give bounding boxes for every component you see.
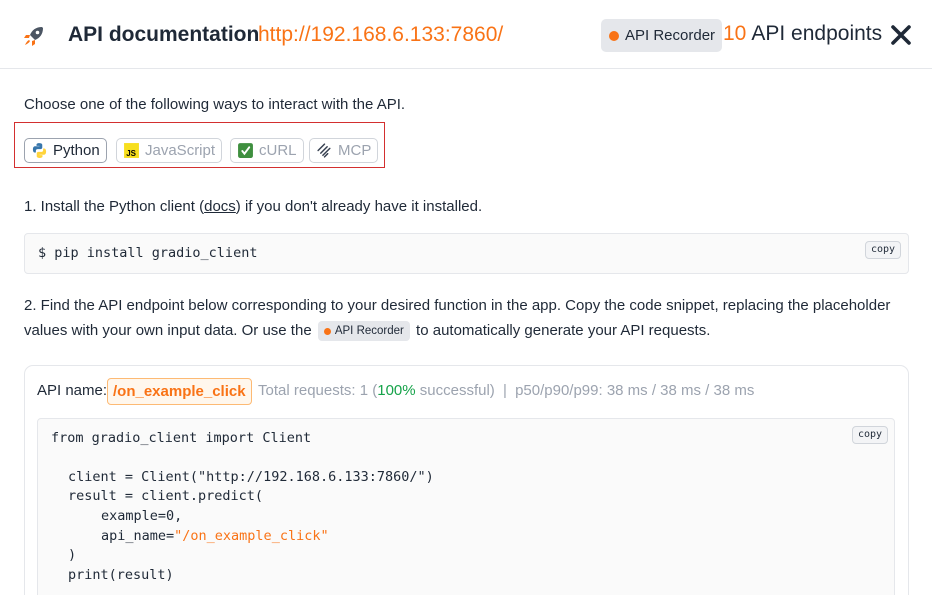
latency-stats: p50/p90/p99: 38 ms / 38 ms / 38 ms: [515, 382, 755, 399]
code-line: api_name="/on_example_click": [101, 528, 329, 544]
install-command: $ pip install gradio_client: [38, 245, 258, 261]
endpoint-stats: Total requests: 1 (100% successful) | p5…: [258, 382, 754, 399]
endpoint-count-number: 10: [723, 22, 747, 45]
server-url: http://192.168.6.133:7860/: [258, 23, 504, 46]
install-code-block: $ pip install gradio_client copy: [24, 233, 909, 274]
api-name-badge: /on_example_click: [107, 378, 252, 405]
code-line: from gradio_client import Client: [51, 430, 312, 446]
page-title: API documentation: [68, 23, 260, 46]
install-instructions-prefix: 1. Install the Python client (: [24, 198, 205, 215]
tab-curl[interactable]: cURL: [230, 138, 304, 163]
install-instructions-suffix: ) if you don't already have it installed…: [235, 198, 483, 215]
endpoint-count-label: API endpoints: [751, 22, 883, 45]
request-count: Total requests: 1 (: [258, 382, 378, 399]
tab-python-label: Python: [53, 142, 100, 159]
endpoint-code-block: copy from gradio_client import Client cl…: [37, 418, 895, 595]
tab-javascript[interactable]: JS JavaScript: [116, 138, 223, 163]
api-name-label: API name:: [37, 382, 108, 399]
code-string: "/on_example_click": [174, 528, 329, 544]
code-line: client = Client("http://192.168.6.133:78…: [68, 469, 434, 485]
intro-text: Choose one of the following ways to inte…: [24, 96, 406, 113]
close-icon[interactable]: [889, 23, 913, 47]
success-label: successful): [415, 382, 495, 399]
rocket-icon: [24, 27, 43, 46]
python-icon: [32, 143, 47, 158]
tab-python[interactable]: Python: [24, 138, 107, 163]
code-line: result = client.predict(: [68, 488, 264, 504]
code-line: ): [68, 547, 77, 563]
code-keyword: api_name=: [101, 528, 175, 544]
record-dot-icon: [323, 327, 331, 335]
curl-icon: [238, 143, 253, 158]
api-recorder-button[interactable]: API Recorder: [601, 19, 723, 52]
tab-mcp-label: MCP: [338, 142, 372, 159]
stats-separator: |: [502, 382, 507, 399]
mcp-icon: [317, 143, 331, 158]
code-line: example=0,: [101, 508, 183, 524]
endpoint-instructions-suffix: to automatically generate your API reque…: [416, 322, 711, 339]
success-rate: 100%: [377, 382, 416, 399]
copy-install-button[interactable]: copy: [865, 241, 902, 259]
code-line: print(result): [68, 567, 174, 583]
inline-api-recorder-label: API Recorder: [334, 324, 404, 337]
endpoint-count: 10 API endpoints: [723, 22, 882, 46]
docs-link[interactable]: docs: [204, 198, 236, 215]
record-dot-icon: [609, 30, 619, 41]
copy-code-button[interactable]: copy: [852, 426, 889, 444]
tab-javascript-label: JavaScript: [145, 142, 216, 159]
inline-api-recorder-button[interactable]: API Recorder: [317, 321, 410, 342]
javascript-icon: JS: [124, 143, 139, 158]
api-recorder-label: API Recorder: [625, 27, 716, 44]
tab-curl-label: cURL: [259, 142, 297, 159]
install-instructions: 1. Install the Python client (docs) if y…: [24, 198, 482, 215]
endpoint-instructions: 2. Find the API endpoint below correspon…: [24, 293, 914, 343]
svg-text:JS: JS: [126, 149, 136, 158]
tab-mcp[interactable]: MCP: [309, 138, 379, 163]
header: API documentation http://192.168.6.133:7…: [0, 0, 932, 69]
